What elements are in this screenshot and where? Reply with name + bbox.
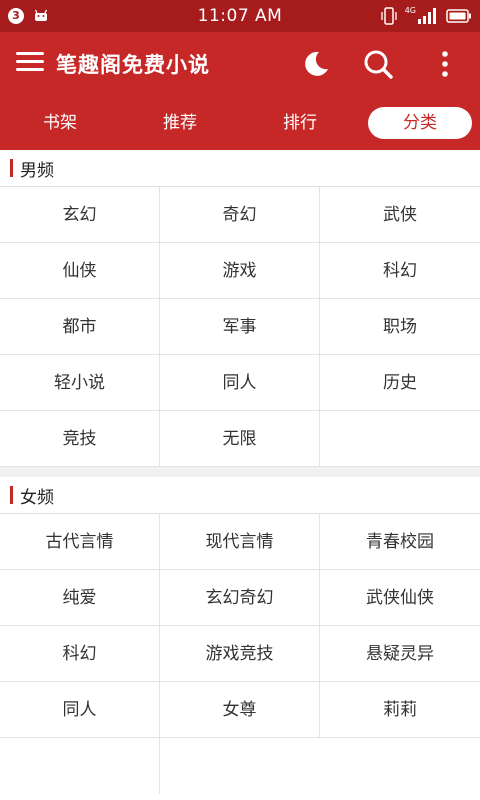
more-options-icon[interactable] bbox=[429, 48, 461, 80]
section-title-male: 男频 bbox=[20, 160, 54, 181]
category-item[interactable]: 同人 bbox=[0, 682, 160, 738]
network-type-label: 4G bbox=[404, 5, 416, 15]
app-title: 笔趣阁免费小说 bbox=[56, 53, 210, 77]
category-item[interactable]: 青春校园 bbox=[320, 514, 480, 570]
category-item[interactable]: 奇幻 bbox=[160, 187, 320, 243]
category-grid-female: 古代言情 现代言情 青春校园 纯爱 玄幻奇幻 武侠仙侠 科幻 游戏竞技 悬疑灵异… bbox=[0, 514, 480, 794]
section-divider bbox=[0, 467, 480, 477]
status-bar: 3 11:07 AM 4G bbox=[0, 0, 480, 32]
empty-cell bbox=[0, 738, 160, 794]
section-accent-bar bbox=[10, 486, 13, 504]
category-item[interactable]: 女尊 bbox=[160, 682, 320, 738]
night-mode-moon-icon[interactable] bbox=[300, 48, 332, 80]
category-item[interactable]: 游戏 bbox=[160, 243, 320, 299]
category-item[interactable]: 悬疑灵异 bbox=[320, 626, 480, 682]
section-header-female: 女频 bbox=[0, 477, 480, 514]
tab-recommend[interactable]: 推荐 bbox=[120, 107, 240, 139]
category-item[interactable]: 现代言情 bbox=[160, 514, 320, 570]
menu-icon[interactable] bbox=[16, 52, 44, 76]
search-icon[interactable] bbox=[362, 48, 394, 80]
section-header-male: 男频 bbox=[0, 150, 480, 187]
category-item[interactable]: 武侠仙侠 bbox=[320, 570, 480, 626]
tab-bookshelf[interactable]: 书架 bbox=[0, 107, 120, 139]
empty-cell bbox=[320, 411, 480, 467]
category-item[interactable]: 竞技 bbox=[0, 411, 160, 467]
status-icons: 4G bbox=[381, 5, 472, 25]
category-item[interactable]: 都市 bbox=[0, 299, 160, 355]
category-item[interactable]: 军事 bbox=[160, 299, 320, 355]
category-item[interactable]: 古代言情 bbox=[0, 514, 160, 570]
category-item[interactable]: 武侠 bbox=[320, 187, 480, 243]
battery-icon bbox=[446, 9, 471, 23]
category-item[interactable]: 玄幻奇幻 bbox=[160, 570, 320, 626]
category-item[interactable]: 科幻 bbox=[0, 626, 160, 682]
category-item[interactable]: 仙侠 bbox=[0, 243, 160, 299]
category-item[interactable]: 轻小说 bbox=[0, 355, 160, 411]
category-item[interactable]: 纯爱 bbox=[0, 570, 160, 626]
category-item[interactable]: 同人 bbox=[160, 355, 320, 411]
category-item[interactable]: 玄幻 bbox=[0, 187, 160, 243]
vibrate-icon bbox=[381, 7, 397, 25]
tab-category[interactable]: 分类 bbox=[368, 107, 472, 139]
tab-ranking[interactable]: 排行 bbox=[240, 107, 360, 139]
category-item[interactable]: 莉莉 bbox=[320, 682, 480, 738]
signal-icon bbox=[418, 8, 436, 24]
tab-bar: 书架 推荐 排行 分类 bbox=[0, 96, 480, 150]
section-title-female: 女频 bbox=[20, 487, 54, 508]
category-item[interactable]: 无限 bbox=[160, 411, 320, 467]
category-item[interactable]: 职场 bbox=[320, 299, 480, 355]
section-accent-bar bbox=[10, 159, 13, 177]
category-item[interactable]: 游戏竞技 bbox=[160, 626, 320, 682]
category-item[interactable]: 历史 bbox=[320, 355, 480, 411]
app-bar: 笔趣阁免费小说 bbox=[0, 32, 480, 96]
category-grid-male: 玄幻 奇幻 武侠 仙侠 游戏 科幻 都市 军事 职场 轻小说 同人 历史 竞技 … bbox=[0, 187, 480, 467]
category-item[interactable]: 科幻 bbox=[320, 243, 480, 299]
